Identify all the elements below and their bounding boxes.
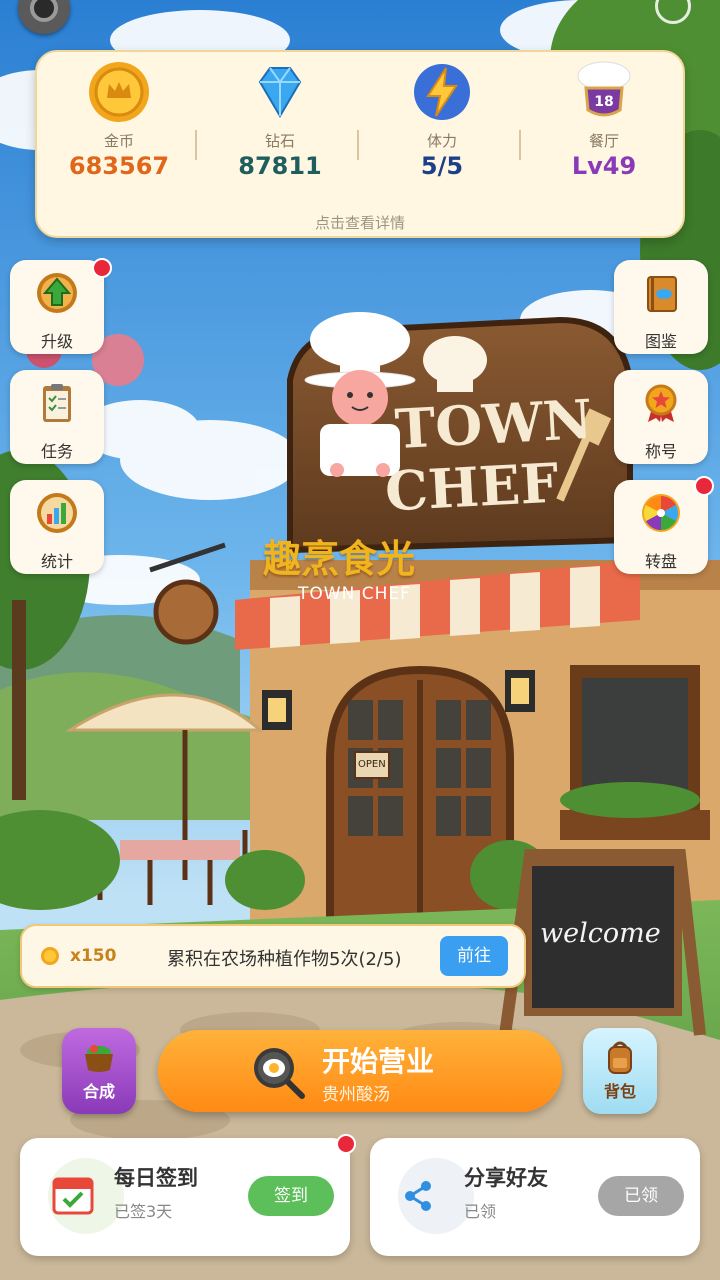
game-title-chinese: 趣烹食光 [263,537,416,581]
calendar-check-icon [52,1177,94,1215]
title-medal-icon [645,384,677,422]
start-business-title: 开始营业 [322,1045,435,1078]
cooking-pot-icon [85,1045,113,1072]
stamina-resource: 体力 5/5 [382,60,502,190]
diamond-label: 钻石 [264,132,295,150]
checkin-notification-dot [336,1134,356,1154]
diamond-resource: 钻石 87811 [220,60,340,190]
gear-icon [30,0,58,22]
share-friends-status: 已领 [464,1202,497,1221]
titles-label: 称号 [644,442,677,461]
share-icon [405,1181,431,1211]
chef-hat-badge-icon [577,61,631,117]
restaurant-level-resource: 18 餐厅 Lv49 [544,60,664,190]
resource-detail-hint: 点击查看详情 [314,214,405,232]
daily-checkin-card: 每日签到 已签3天 签到 [20,1138,350,1256]
tasks-label: 任务 [40,442,73,461]
prize-wheel-notification-dot [694,476,714,496]
stamina-value: 5/5 [420,152,464,180]
task-clipboard-icon [43,384,71,422]
stamina-label: 体力 [426,132,457,150]
recipe-book-icon [647,276,677,312]
restaurant-level-value: Lv49 [571,152,637,180]
prize-wheel-label: 转盘 [644,552,677,571]
door-open-sign: OPEN [358,759,386,770]
current-task-bar[interactable]: x150 累积在农场种植作物5次(2/5) 前往 [20,924,526,988]
stats-chart-icon [37,493,77,533]
share-friends-title: 分享好友 [464,1166,548,1190]
craft-button[interactable]: 合成 [62,1028,136,1114]
daily-checkin-title: 每日签到 [114,1166,198,1190]
shop-sign-line1: TOWN [393,386,594,462]
gold-coin-icon [89,62,149,122]
shop-sign-line2: CHEF [383,450,561,524]
resource-divider [519,130,521,160]
share-claimed-button[interactable]: 已领 [598,1176,684,1216]
titles-button[interactable]: 称号 [614,370,708,464]
task-description: 累积在农场种植作物5次(2/5) [167,949,402,970]
task-reward-amount: x150 [70,946,117,966]
upgrade-button[interactable]: 升级 [10,260,104,354]
backpack-icon [608,1041,632,1074]
share-friends-card: 分享好友 已领 已领 [370,1138,700,1256]
task-go-button[interactable]: 前往 [440,936,508,976]
lightning-icon [414,64,470,120]
gold-value: 683567 [68,152,170,180]
backpack-button[interactable]: 背包 [583,1028,657,1114]
resource-divider [195,130,197,160]
recipe-book-button[interactable]: 图鉴 [614,260,708,354]
chalkboard-welcome: welcome [540,918,661,949]
upgrade-label: 升级 [40,332,73,351]
upgrade-arrow-icon [37,273,77,313]
backpack-label: 背包 [603,1082,636,1101]
gold-label: 金币 [103,132,134,150]
statistics-button[interactable]: 统计 [10,480,104,574]
prize-wheel-button[interactable]: 转盘 [614,480,708,574]
checkin-button[interactable]: 签到 [248,1176,334,1216]
diamond-value: 87811 [238,152,322,180]
coin-icon [41,947,59,965]
restaurant-badge-number: 18 [594,94,614,110]
tasks-button[interactable]: 任务 [10,370,104,464]
statistics-label: 统计 [40,552,73,571]
game-title-english: TOWN CHEF [298,584,411,604]
start-business-dish: 贵州酸汤 [322,1085,390,1105]
prize-wheel-icon [642,494,680,532]
daily-checkin-status: 已签3天 [114,1202,173,1221]
resource-panel[interactable]: 金币 683567 钻石 87811 体力 5/5 18 餐厅 Lv49 点击查… [35,50,685,238]
restaurant-label: 餐厅 [588,132,619,150]
start-business-button[interactable]: 开始营业 贵州酸汤 [158,1030,562,1112]
gold-resource: 金币 683567 [59,60,179,190]
resource-divider [357,130,359,160]
recipe-book-label: 图鉴 [644,332,677,351]
upgrade-notification-dot [92,258,112,278]
craft-label: 合成 [82,1082,115,1101]
diamond-icon [258,67,302,118]
frying-pan-egg-icon [254,1048,305,1099]
